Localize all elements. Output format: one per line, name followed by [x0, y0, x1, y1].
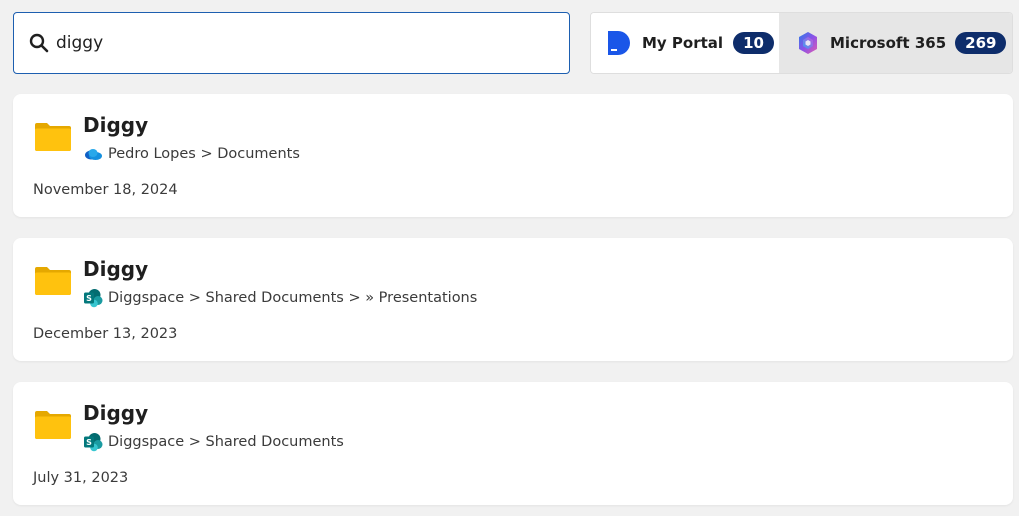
tab-microsoft-365[interactable]: Microsoft 365 269 — [779, 13, 1012, 73]
tab-my-portal-label: My Portal — [642, 34, 724, 52]
svg-text:S: S — [86, 438, 92, 447]
result-title: Diggy — [83, 257, 149, 281]
source-tabs: My Portal 10 Microsoft 365 269 — [590, 12, 1013, 74]
search-input[interactable] — [56, 33, 536, 53]
result-date: December 13, 2023 — [33, 326, 178, 342]
sharepoint-icon: S — [83, 432, 103, 452]
result-path-text: Pedro Lopes > Documents — [108, 146, 300, 162]
result-title: Diggy — [83, 113, 149, 137]
folder-icon — [35, 410, 71, 440]
microsoft-365-logo-icon — [795, 30, 821, 56]
result-title: Diggy — [83, 401, 149, 425]
onedrive-icon — [83, 144, 103, 164]
folder-icon — [35, 122, 71, 152]
my-portal-logo-icon — [606, 30, 632, 56]
sharepoint-icon: S — [83, 288, 103, 308]
search-results-page: My Portal 10 — [0, 0, 1019, 516]
result-location: Pedro Lopes > Documents — [83, 144, 300, 164]
result-location: S Diggspace > Shared Documents — [83, 432, 344, 452]
tab-microsoft-365-label: Microsoft 365 — [830, 34, 947, 52]
search-icon — [28, 32, 50, 54]
result-path-text: Diggspace > Shared Documents > » Present… — [108, 290, 478, 306]
microsoft-365-count-badge: 269 — [955, 32, 1007, 54]
result-date: November 18, 2024 — [33, 182, 178, 198]
result-card[interactable]: Diggy S Diggspace > Shared Documents Jul… — [13, 382, 1013, 505]
tab-my-portal[interactable]: My Portal 10 — [591, 13, 779, 73]
result-path-text: Diggspace > Shared Documents — [108, 434, 344, 450]
search-box[interactable] — [13, 12, 570, 74]
result-location: S Diggspace > Shared Documents > » Prese… — [83, 288, 477, 308]
svg-text:S: S — [86, 294, 92, 303]
folder-icon — [35, 266, 71, 296]
result-card[interactable]: Diggy S Diggspace > Shared Documents > »… — [13, 238, 1013, 361]
result-date: July 31, 2023 — [33, 470, 129, 486]
my-portal-count-badge: 10 — [733, 32, 774, 54]
result-card[interactable]: Diggy Pedro Lopes > Documents November 1… — [13, 94, 1013, 217]
